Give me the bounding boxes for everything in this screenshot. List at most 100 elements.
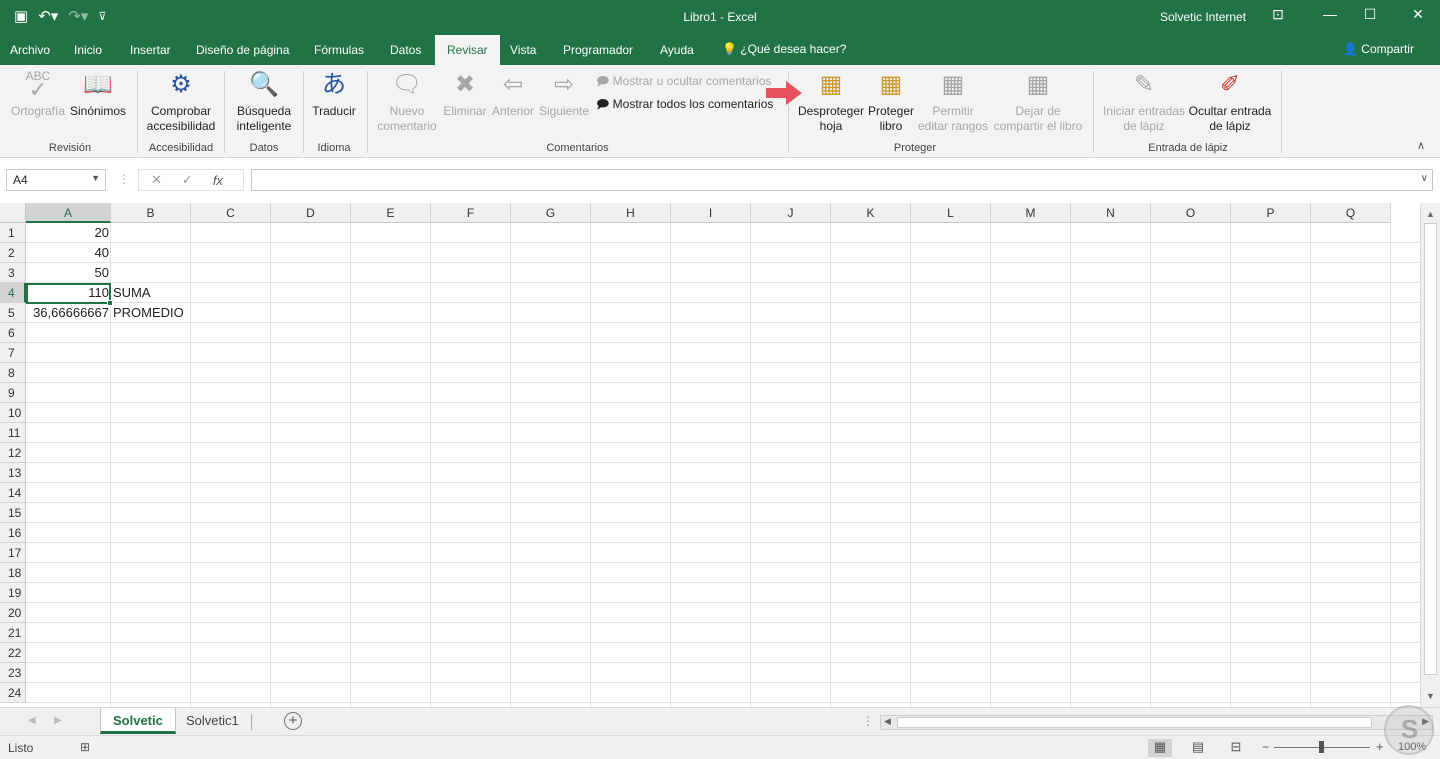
normal-view-icon[interactable]: ▦	[1148, 739, 1172, 757]
row-header-7[interactable]: 7	[0, 343, 26, 363]
active-cell-outline[interactable]	[26, 283, 113, 306]
row-header-5[interactable]: 5	[0, 303, 26, 323]
row-header-16[interactable]: 16	[0, 523, 26, 543]
minimize-icon[interactable]: —	[1320, 6, 1340, 22]
tab-archivo[interactable]: Archivo	[10, 43, 50, 57]
previous-comment-button[interactable]: ⇦ Anterior	[490, 69, 536, 119]
row-header-22[interactable]: 22	[0, 643, 26, 663]
protect-workbook-button[interactable]: ▦ Proteger libro	[866, 69, 916, 134]
ribbon-display-options-icon[interactable]: ⊡	[1268, 6, 1288, 23]
macro-record-icon[interactable]: ⊞	[80, 740, 90, 754]
smart-lookup-button[interactable]: 🔍 Búsqueda inteligente	[232, 69, 296, 134]
column-header-q[interactable]: Q	[1311, 203, 1391, 223]
row-header-6[interactable]: 6	[0, 323, 26, 343]
hide-ink-button[interactable]: ✐ Ocultar entrada de lápiz	[1187, 69, 1273, 134]
vertical-scroll-thumb[interactable]	[1424, 223, 1437, 675]
share-button[interactable]: 👤 Compartir	[1343, 42, 1414, 56]
maximize-icon[interactable]: ☐	[1360, 6, 1380, 23]
prev-sheet-icon[interactable]: ◀	[28, 715, 36, 726]
column-header-a[interactable]: A	[26, 203, 111, 223]
tab-formulas[interactable]: Fórmulas	[314, 43, 364, 57]
row-header-14[interactable]: 14	[0, 483, 26, 503]
check-accessibility-button[interactable]: ⚙ Comprobar accesibilidad	[145, 69, 217, 134]
row-header-2[interactable]: 2	[0, 243, 26, 263]
horizontal-scrollbar[interactable]: ◀ ▶	[880, 715, 1433, 730]
column-header-j[interactable]: J	[751, 203, 831, 223]
add-sheet-icon[interactable]: +	[284, 712, 302, 730]
zoom-slider-thumb[interactable]	[1319, 741, 1324, 753]
row-header-13[interactable]: 13	[0, 463, 26, 483]
show-hide-comments-button[interactable]: 🗩 Mostrar u ocultar comentarios	[596, 72, 771, 93]
delete-comment-button[interactable]: ✖ Eliminar	[442, 69, 488, 119]
cell-a1[interactable]: 20	[26, 223, 111, 243]
zoom-in-icon[interactable]: +	[1376, 739, 1384, 754]
tab-diseno-pagina[interactable]: Diseño de página	[196, 43, 289, 57]
new-comment-button[interactable]: 🗨 Nuevo comentario	[374, 69, 440, 134]
formula-input[interactable]: ∨	[251, 169, 1433, 191]
sheet-tab-solvetic1[interactable]: Solvetic1	[174, 708, 251, 734]
tab-insertar[interactable]: Insertar	[130, 43, 171, 57]
tab-programador[interactable]: Programador	[563, 43, 633, 57]
row-header-12[interactable]: 12	[0, 443, 26, 463]
row-header-17[interactable]: 17	[0, 543, 26, 563]
column-header-m[interactable]: M	[991, 203, 1071, 223]
row-header-10[interactable]: 10	[0, 403, 26, 423]
column-header-p[interactable]: P	[1231, 203, 1311, 223]
column-header-c[interactable]: C	[191, 203, 271, 223]
column-header-e[interactable]: E	[351, 203, 431, 223]
row-header-23[interactable]: 23	[0, 663, 26, 683]
row-header-15[interactable]: 15	[0, 503, 26, 523]
spelling-button[interactable]: ABC ✓ Ortografía	[10, 69, 66, 119]
cell-a2[interactable]: 40	[26, 243, 111, 263]
column-header-b[interactable]: B	[111, 203, 191, 223]
select-all-corner[interactable]	[0, 203, 26, 223]
tab-inicio[interactable]: Inicio	[74, 43, 102, 57]
user-name[interactable]: Solvetic Internet	[1160, 10, 1246, 24]
show-all-comments-button[interactable]: 🗩 Mostrar todos los comentarios	[596, 95, 773, 116]
row-header-19[interactable]: 19	[0, 583, 26, 603]
scroll-up-icon[interactable]: ▲	[1426, 209, 1435, 219]
zoom-out-icon[interactable]: −	[1262, 740, 1269, 754]
column-header-h[interactable]: H	[591, 203, 671, 223]
unprotect-sheet-button[interactable]: ▦ Desproteger hoja	[796, 69, 866, 134]
column-header-f[interactable]: F	[431, 203, 511, 223]
scroll-left-icon[interactable]: ◀	[884, 716, 891, 727]
unshare-workbook-button[interactable]: ▦ Dejar de compartir el libro	[991, 69, 1085, 134]
column-header-g[interactable]: G	[511, 203, 591, 223]
cancel-icon[interactable]: ✕	[151, 172, 162, 188]
chevron-down-icon[interactable]: ▼	[91, 173, 100, 183]
cell-a3[interactable]: 50	[26, 263, 111, 283]
translate-button[interactable]: あ Traducir	[308, 69, 360, 119]
vertical-scrollbar[interactable]: ▲ ▼	[1420, 203, 1440, 707]
column-header-l[interactable]: L	[911, 203, 991, 223]
tell-me-box[interactable]: 💡 ¿Qué desea hacer?	[722, 42, 846, 56]
row-header-1[interactable]: 1	[0, 223, 26, 243]
row-header-8[interactable]: 8	[0, 363, 26, 383]
scroll-down-icon[interactable]: ▼	[1426, 691, 1435, 701]
column-header-o[interactable]: O	[1151, 203, 1231, 223]
insert-function-icon[interactable]: fx	[213, 173, 223, 188]
allow-edit-ranges-button[interactable]: ▦ Permitir editar rangos	[916, 69, 990, 134]
name-box[interactable]: A4 ▼	[6, 169, 106, 191]
next-comment-button[interactable]: ⇨ Siguiente	[538, 69, 590, 119]
worksheet-grid[interactable]: A B C D E F G H I J K L M N O P Q 1 2 3 4 5 6 7 8 9 10 11 12 13 14 15 16…	[0, 203, 1420, 707]
close-icon[interactable]: ✕	[1408, 6, 1428, 23]
row-header-4[interactable]: 4	[0, 283, 26, 303]
start-inking-button[interactable]: ✎ Iniciar entradas de lápiz	[1101, 69, 1187, 134]
cell-a5[interactable]: 36,66666667	[26, 303, 111, 323]
page-break-view-icon[interactable]: ⊟	[1224, 739, 1248, 757]
row-header-11[interactable]: 11	[0, 423, 26, 443]
cell-b5[interactable]: PROMEDIO	[111, 303, 231, 323]
sheet-tab-solvetic[interactable]: Solvetic	[100, 708, 176, 734]
column-header-n[interactable]: N	[1071, 203, 1151, 223]
row-header-21[interactable]: 21	[0, 623, 26, 643]
tab-revisar[interactable]: Revisar	[435, 35, 500, 65]
collapse-ribbon-icon[interactable]: ∧	[1417, 139, 1425, 152]
fill-handle[interactable]	[107, 300, 113, 306]
expand-formula-icon[interactable]: ∨	[1421, 173, 1428, 184]
next-sheet-icon[interactable]: ▶	[54, 715, 62, 726]
split-handle-icon[interactable]: ⋮	[862, 714, 874, 728]
column-header-i[interactable]: I	[671, 203, 751, 223]
enter-icon[interactable]: ✓	[182, 172, 193, 188]
row-header-20[interactable]: 20	[0, 603, 26, 623]
